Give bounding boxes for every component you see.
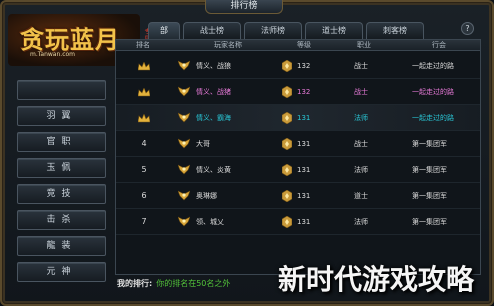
rank-emblem-icon	[177, 216, 191, 227]
header-rank: 排名	[136, 41, 150, 49]
header-job: 职业	[357, 41, 371, 49]
sidebar-item-blank[interactable]	[17, 80, 106, 100]
my-rank-label: 我的排行:	[117, 279, 153, 288]
level-icon	[281, 163, 293, 177]
table-row[interactable]: 情义、战狼 132 战士 一起走过的路	[116, 53, 480, 79]
sidebar-item-rank-title[interactable]: 官职	[17, 132, 106, 152]
header-guild: 行会	[432, 41, 446, 49]
player-guild: 一起走过的路	[412, 88, 454, 96]
player-guild: 第一集团军	[412, 166, 447, 174]
player-guild: 第一集团军	[412, 192, 447, 200]
player-job: 战士	[354, 140, 368, 148]
level-icon	[281, 189, 293, 203]
player-guild: 第一集团军	[412, 140, 447, 148]
tab-warrior[interactable]: 战士榜	[183, 22, 241, 39]
rank-tabs: 部 战士榜 法师榜 道士榜 刺客榜	[148, 22, 427, 39]
table-row[interactable]: 7 领、城乂 131 法师 第一集团军	[116, 209, 480, 235]
level-icon	[281, 59, 293, 73]
logo-url: m.Tanwan.com	[30, 51, 76, 58]
player-name: 情义、战狼	[196, 62, 231, 70]
window-title: 排行榜	[205, 0, 283, 14]
rank-number: 6	[141, 191, 147, 200]
crown-icon	[137, 61, 151, 71]
player-name: 领、城乂	[196, 218, 224, 226]
rank-emblem-icon	[177, 190, 191, 201]
player-name: 奥琳娜	[196, 192, 217, 200]
level-icon	[281, 137, 293, 151]
player-guild: 一起走过的路	[412, 62, 454, 70]
my-rank-value: 你的排名在50名之外	[156, 279, 231, 288]
player-level: 131	[297, 192, 311, 200]
tab-assassin[interactable]: 刺客榜	[366, 22, 424, 39]
player-level: 132	[297, 88, 311, 96]
sidebar-item-kills[interactable]: 击杀	[17, 210, 106, 230]
table-row[interactable]: 情义、霸海 131 法师 一起走过的路	[116, 105, 480, 131]
player-guild: 第一集团军	[412, 218, 447, 226]
level-icon	[281, 111, 293, 125]
table-row[interactable]: 6 奥琳娜 131 道士 第一集团军	[116, 183, 480, 209]
tab-all[interactable]: 部	[148, 22, 180, 39]
rank-emblem-icon	[177, 60, 191, 71]
header-level: 等级	[297, 41, 311, 49]
sidebar-item-arena[interactable]: 竞技	[17, 184, 106, 204]
sidebar-item-spirit[interactable]: 元神	[17, 262, 106, 282]
tab-mage[interactable]: 法师榜	[244, 22, 302, 39]
ranking-table: 排名 玩家名称 等级 职业 行会 情义、战狼 132 战士 一起走过的路 情义、战猪 13…	[115, 39, 481, 275]
player-name: 大哥	[196, 140, 210, 148]
header-player: 玩家名称	[214, 41, 242, 49]
crown-icon	[137, 113, 151, 123]
watermark-text: 新时代游戏攻略	[278, 263, 475, 296]
player-name: 情义、炎黄	[196, 166, 231, 174]
player-job: 法师	[354, 166, 368, 174]
table-header: 排名 玩家名称 等级 职业 行会	[116, 40, 480, 51]
player-job: 法师	[354, 218, 368, 226]
help-button[interactable]: ?	[461, 22, 474, 35]
rank-emblem-icon	[177, 86, 191, 97]
player-name: 情义、战猪	[196, 88, 231, 96]
level-icon	[281, 215, 293, 229]
logo-title: 贪玩蓝月	[20, 25, 120, 54]
player-job: 道士	[354, 192, 368, 200]
sidebar-item-dragon-gear[interactable]: 龍装	[17, 236, 106, 256]
crown-icon	[137, 87, 151, 97]
player-level: 131	[297, 166, 311, 174]
player-level: 132	[297, 62, 311, 70]
table-row[interactable]: 5 情义、炎黄 131 法师 第一集团军	[116, 157, 480, 183]
rank-emblem-icon	[177, 164, 191, 175]
player-level: 131	[297, 218, 311, 226]
rank-number: 4	[141, 139, 147, 148]
sidebar-item-wings[interactable]: 羽翼	[17, 106, 106, 126]
player-level: 131	[297, 114, 311, 122]
tab-taoist[interactable]: 道士榜	[305, 22, 363, 39]
rank-emblem-icon	[177, 112, 191, 123]
table-row[interactable]: 情义、战猪 132 战士 一起走过的路	[116, 79, 480, 105]
sidebar-item-jade[interactable]: 玉佩	[17, 158, 106, 178]
category-sidebar: 羽翼 官职 玉佩 竞技 击杀 龍装 元神	[17, 80, 106, 288]
player-level: 131	[297, 140, 311, 148]
player-job: 法师	[354, 114, 368, 122]
player-job: 战士	[354, 88, 368, 96]
player-job: 战士	[354, 62, 368, 70]
table-row[interactable]: 4 大哥 131 战士 第一集团军	[116, 131, 480, 157]
player-guild: 一起走过的路	[412, 114, 454, 122]
player-name: 情义、霸海	[196, 114, 231, 122]
rank-number: 7	[141, 217, 147, 226]
rank-number: 5	[141, 165, 147, 174]
rank-emblem-icon	[177, 138, 191, 149]
level-icon	[281, 85, 293, 99]
